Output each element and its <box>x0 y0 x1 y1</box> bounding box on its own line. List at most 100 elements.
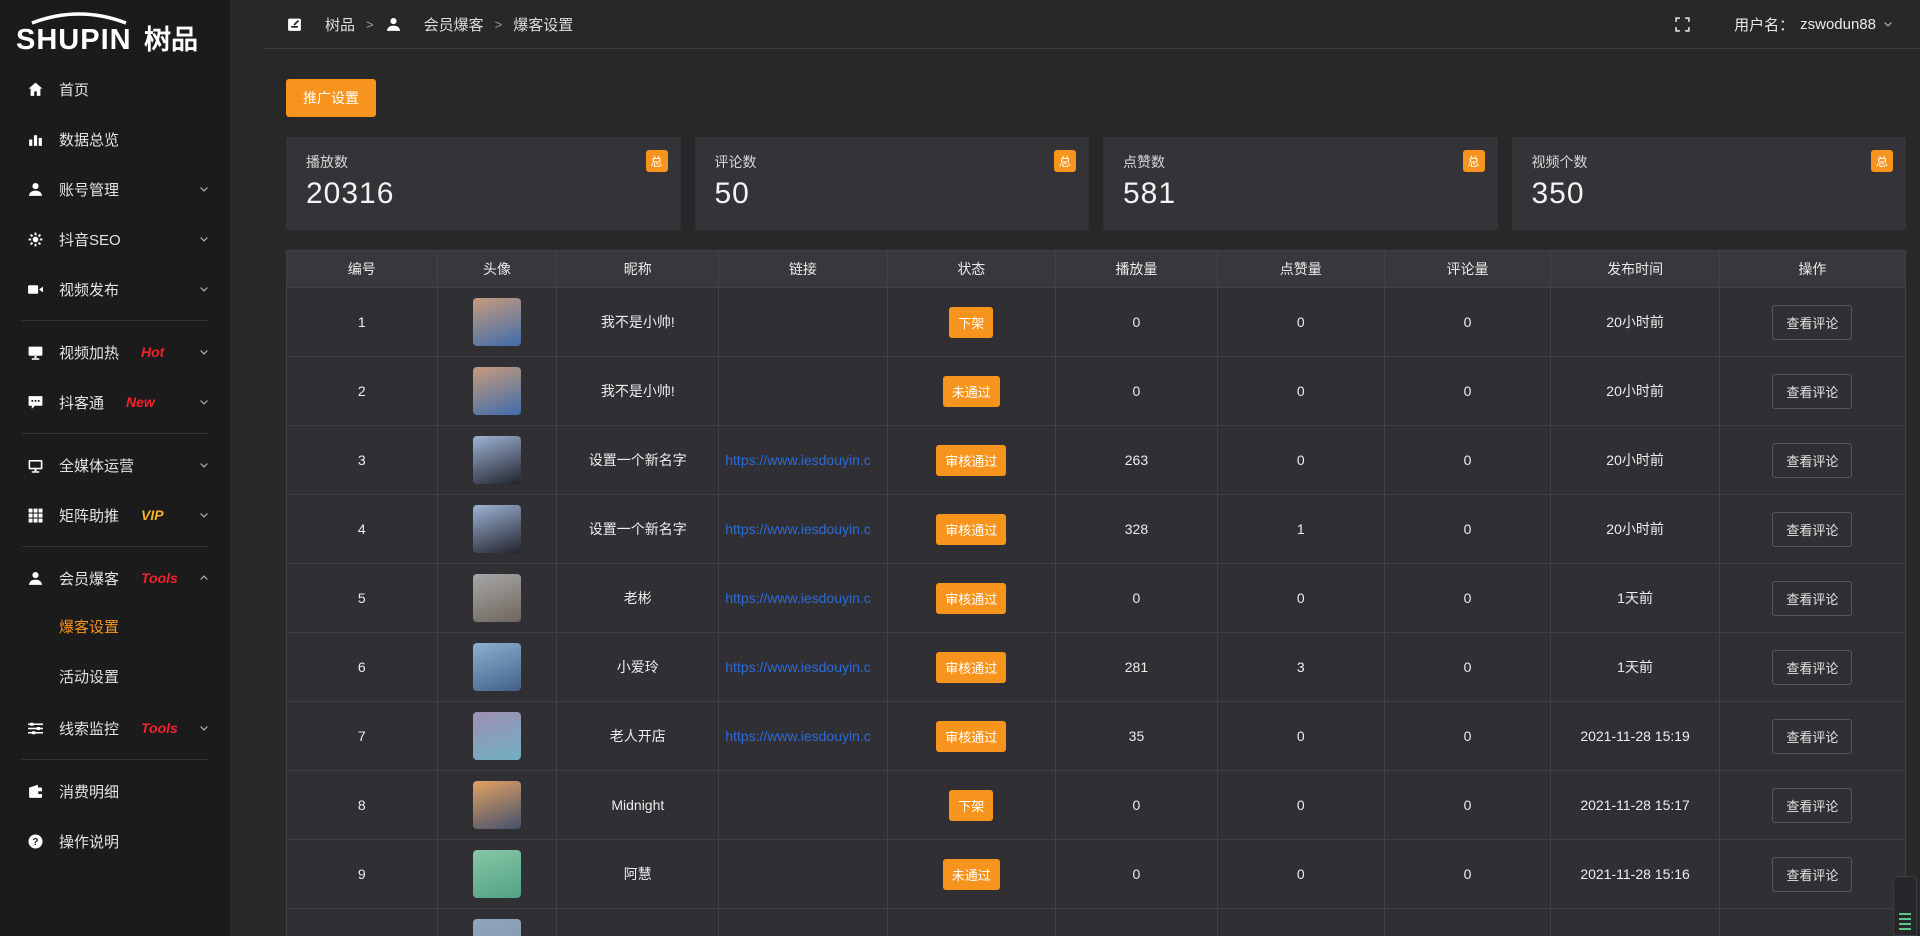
cell-status <box>887 909 1055 936</box>
sidebar-item[interactable]: 账号管理 <box>0 164 230 214</box>
cell-avatar <box>437 633 557 702</box>
table-row: 5老彬https://www.iesdouyin.c审核通过0001天前查看评论 <box>287 564 1906 633</box>
video-link[interactable]: https://www.iesdouyin.c <box>725 452 880 468</box>
cell-plays <box>1056 909 1218 936</box>
chevron-down-icon <box>198 283 210 295</box>
view-comments-button[interactable]: 查看评论 <box>1772 443 1852 478</box>
member-icon <box>27 569 45 587</box>
fullscreen-icon[interactable] <box>1674 15 1692 33</box>
cell-time: 1天前 <box>1551 633 1719 702</box>
status-badge: 未通过 <box>943 859 1000 890</box>
stat-label: 视频个数 <box>1532 152 1887 172</box>
breadcrumb-label: 爆客设置 <box>513 14 573 35</box>
cell-likes: 0 <box>1217 357 1384 426</box>
sidebar-item-tag: Tools <box>141 570 178 586</box>
cell-time: 2021-11-28 15:16 <box>1551 840 1719 909</box>
sidebar-item[interactable]: 数据总览 <box>0 114 230 164</box>
sidebar-item-label: 数据总览 <box>59 129 119 150</box>
sidebar-item[interactable]: 矩阵助推VIP <box>0 490 230 540</box>
view-comments-button[interactable]: 查看评论 <box>1772 581 1852 616</box>
view-comments-button[interactable]: 查看评论 <box>1772 374 1852 409</box>
cell-nickname: 我不是小帅! <box>557 288 719 357</box>
cell-link: https://www.iesdouyin.c <box>719 426 887 495</box>
video-link[interactable]: https://www.iesdouyin.c <box>725 728 880 744</box>
cell-avatar <box>437 495 557 564</box>
menu-divider <box>22 320 208 321</box>
breadcrumb-separator: > <box>495 17 503 32</box>
sidebar-item[interactable]: 首页 <box>0 64 230 114</box>
main-area: 树品>会员爆客>爆客设置 用户名：zswodun88 推广设置 播放数20316… <box>230 0 1920 936</box>
sidebar-item-label: 账号管理 <box>59 179 119 200</box>
floating-widget[interactable] <box>1893 876 1917 936</box>
user-menu[interactable]: 用户名：zswodun88 <box>1734 14 1894 35</box>
chevron-down-icon <box>198 722 210 734</box>
video-link[interactable]: https://www.iesdouyin.c <box>725 659 880 675</box>
promo-settings-button[interactable]: 推广设置 <box>286 79 376 117</box>
cell-nickname: 老人开店 <box>557 702 719 771</box>
view-comments-button[interactable]: 查看评论 <box>1772 512 1852 547</box>
menu-divider <box>22 759 208 760</box>
sidebar-item[interactable]: 抖音SEO <box>0 214 230 264</box>
sidebar-item[interactable]: 消费明细 <box>0 766 230 816</box>
total-badge: 总 <box>1463 150 1485 172</box>
status-badge: 审核通过 <box>936 445 1006 476</box>
video-icon <box>27 280 45 298</box>
stat-card: 点赞数581总 <box>1103 137 1498 230</box>
username-label: 用户名： <box>1734 14 1794 35</box>
cell-status: 未通过 <box>887 357 1055 426</box>
table-row: 7老人开店https://www.iesdouyin.c审核通过35002021… <box>287 702 1906 771</box>
video-link[interactable]: https://www.iesdouyin.c <box>725 590 880 606</box>
cell-plays: 0 <box>1056 564 1218 633</box>
chevron-down-icon <box>198 346 210 358</box>
status-badge: 未通过 <box>943 376 1000 407</box>
cell-plays: 0 <box>1056 288 1218 357</box>
view-comments-button[interactable]: 查看评论 <box>1772 857 1852 892</box>
cell-likes: 3 <box>1217 633 1384 702</box>
cell-comments: 0 <box>1384 288 1551 357</box>
cell-likes: 0 <box>1217 840 1384 909</box>
table-row: 6小爱玲https://www.iesdouyin.c审核通过281301天前查… <box>287 633 1906 702</box>
cell-avatar <box>437 909 557 936</box>
cell-plays: 0 <box>1056 771 1218 840</box>
cell-nickname: 小爱玲 <box>557 633 719 702</box>
cell-comments: 0 <box>1384 495 1551 564</box>
sidebar-subitem[interactable]: 爆客设置 <box>0 603 230 653</box>
cell-avatar <box>437 357 557 426</box>
breadcrumb-item: 爆客设置 <box>513 14 573 35</box>
status-badge: 审核通过 <box>936 721 1006 752</box>
sidebar-item[interactable]: 视频加热Hot <box>0 327 230 377</box>
video-link[interactable]: https://www.iesdouyin.c <box>725 521 880 537</box>
cell-link <box>719 288 887 357</box>
table-row: 9阿慧未通过0002021-11-28 15:16查看评论 <box>287 840 1906 909</box>
view-comments-button[interactable]: 查看评论 <box>1772 305 1852 340</box>
cell-link <box>719 909 887 936</box>
cell-status: 审核通过 <box>887 564 1055 633</box>
cell-link: https://www.iesdouyin.c <box>719 633 887 702</box>
sidebar-item[interactable]: 全媒体运营 <box>0 440 230 490</box>
wallet-icon <box>27 782 45 800</box>
sliders-icon <box>27 719 45 737</box>
sidebar-item[interactable]: 视频发布 <box>0 264 230 314</box>
logo-text-primary: SHUPIN <box>16 24 132 56</box>
sidebar-item[interactable]: 抖客通New <box>0 377 230 427</box>
breadcrumb-separator: > <box>366 17 374 32</box>
avatar <box>473 574 521 622</box>
view-comments-button[interactable]: 查看评论 <box>1772 788 1852 823</box>
sidebar-item[interactable]: ?操作说明 <box>0 816 230 866</box>
stat-value: 50 <box>715 177 1070 211</box>
sidebar-item-label: 抖音SEO <box>59 229 121 250</box>
total-badge: 总 <box>1871 150 1893 172</box>
sidebar-item-label: 线索监控 <box>59 718 119 739</box>
sidebar-item[interactable]: 线索监控Tools <box>0 703 230 753</box>
stat-label: 播放数 <box>306 152 661 172</box>
view-comments-button[interactable]: 查看评论 <box>1772 650 1852 685</box>
sidebar-item[interactable]: 会员爆客Tools <box>0 553 230 603</box>
breadcrumb-item[interactable]: 会员爆客 <box>385 14 484 35</box>
cell-action: 查看评论 <box>1719 840 1905 909</box>
column-header: 头像 <box>437 251 557 288</box>
sidebar-subitem[interactable]: 活动设置 <box>0 653 230 703</box>
breadcrumb-item[interactable]: 树品 <box>286 14 355 35</box>
cell-status: 审核通过 <box>887 702 1055 771</box>
view-comments-button[interactable]: 查看评论 <box>1772 719 1852 754</box>
cell-likes: 0 <box>1217 288 1384 357</box>
